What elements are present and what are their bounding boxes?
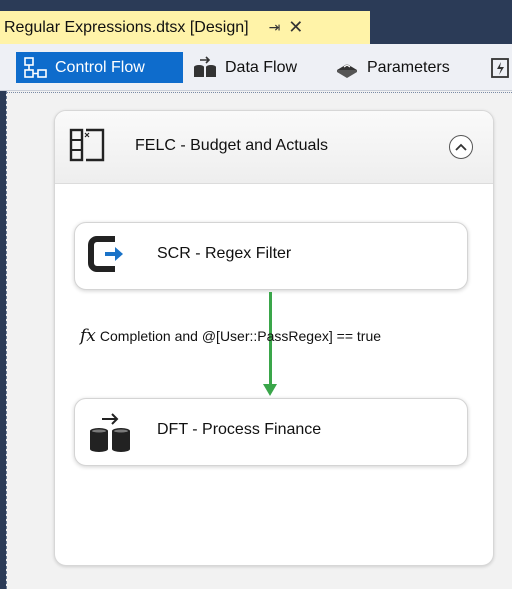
designer-tab-bar: Control Flow Data Flow Parameters xyxy=(0,44,512,91)
tab-data-flow[interactable]: Data Flow xyxy=(192,52,297,83)
precedence-constraint-arrowhead xyxy=(263,384,277,396)
tab-data-flow-label: Data Flow xyxy=(225,58,298,76)
close-icon[interactable]: ✕ xyxy=(288,17,303,38)
chevron-up-icon xyxy=(455,143,467,151)
pin-icon[interactable]: ⇥ xyxy=(269,19,281,36)
event-handlers-icon xyxy=(491,57,509,78)
collapse-button[interactable] xyxy=(449,135,473,159)
tab-event-handlers[interactable] xyxy=(490,52,512,83)
data-flow-task[interactable]: DFT - Process Finance xyxy=(74,398,468,466)
tab-control-flow-label: Control Flow xyxy=(55,58,145,76)
document-tab-title: Regular Expressions.dtsx [Design] xyxy=(4,18,249,36)
foreach-loop-icon xyxy=(69,128,105,162)
container-header[interactable]: FELC - Budget and Actuals xyxy=(55,111,493,184)
container-title: FELC - Budget and Actuals xyxy=(135,137,328,154)
constraint-expression[interactable]: fx Completion and @[User::PassRegex] == … xyxy=(80,326,381,346)
tab-parameters[interactable]: Parameters xyxy=(334,52,450,83)
data-flow-task-icon xyxy=(90,413,130,452)
data-flow-icon xyxy=(194,55,216,77)
parameters-icon xyxy=(337,63,357,78)
tab-parameters-label: Parameters xyxy=(367,58,450,76)
data-flow-task-label: DFT - Process Finance xyxy=(157,421,322,438)
fx-icon: fx xyxy=(80,326,96,346)
control-flow-icon xyxy=(24,56,47,78)
canvas-top-border xyxy=(6,92,512,93)
document-tab[interactable]: Regular Expressions.dtsx [Design] ⇥ ✕ xyxy=(0,11,370,44)
script-task-icon xyxy=(88,236,123,272)
script-task[interactable]: SCR - Regex Filter xyxy=(74,222,468,290)
script-task-label: SCR - Regex Filter xyxy=(157,245,292,262)
constraint-expression-text: Completion and @[User::PassRegex] == tru… xyxy=(99,328,382,344)
tab-control-flow[interactable]: Control Flow xyxy=(16,52,183,83)
